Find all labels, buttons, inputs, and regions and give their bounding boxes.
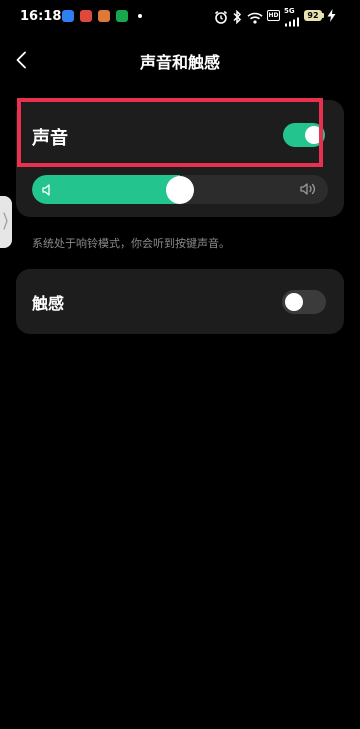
status-bar: 16:18 HD 5G 92	[0, 0, 360, 32]
status-time: 16:18	[20, 9, 62, 24]
wifi-icon	[247, 12, 263, 24]
sound-description: 系统处于响铃模式，你会听到按键声音。	[32, 237, 230, 250]
sound-label: 声音	[32, 128, 68, 149]
chevron-right-icon	[3, 212, 8, 230]
app-notification-orange-icon	[98, 10, 110, 22]
alarm-icon	[215, 10, 227, 24]
signal-icon	[285, 17, 299, 27]
sound-toggle-knob	[305, 126, 323, 144]
haptics-label: 触感	[32, 294, 65, 313]
volume-slider-thumb[interactable]	[166, 176, 194, 204]
battery-indicator: 92	[304, 10, 322, 21]
app-notification-red-icon	[80, 10, 92, 22]
volume-slider-fill	[32, 175, 180, 204]
app-notification-green-icon	[116, 10, 128, 22]
app-notification-blue-icon	[62, 10, 74, 22]
page-title: 声音和触感	[139, 53, 220, 72]
charging-bolt-icon	[327, 9, 336, 22]
bluetooth-icon	[233, 9, 242, 25]
volume-low-icon	[42, 184, 50, 196]
hd-icon: HD	[267, 10, 280, 21]
volume-high-icon	[300, 183, 316, 195]
sound-toggle[interactable]	[283, 123, 325, 147]
haptics-toggle[interactable]	[282, 290, 326, 314]
more-notifications-dot	[138, 14, 142, 18]
haptics-toggle-knob	[285, 293, 303, 311]
battery-tip	[322, 13, 324, 18]
